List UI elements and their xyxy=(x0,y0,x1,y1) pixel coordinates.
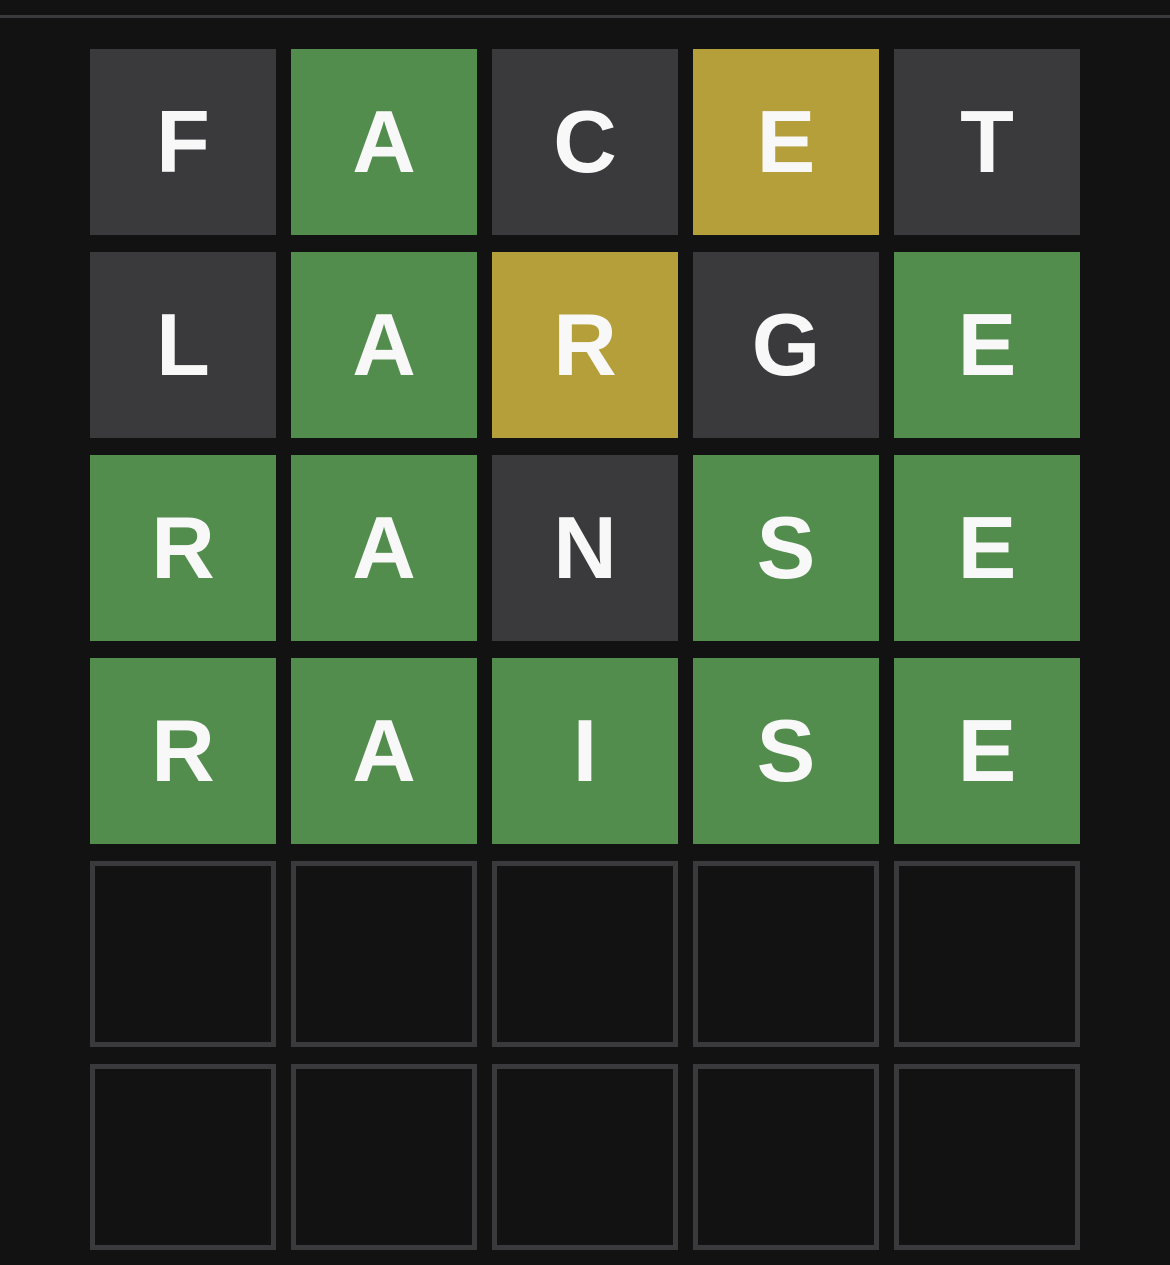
tile-r6-c5 xyxy=(894,1064,1080,1250)
tile-r4-c1: R xyxy=(90,658,276,844)
tile-r6-c1 xyxy=(90,1064,276,1250)
tile-r3-c2: A xyxy=(291,455,477,641)
tile-r1-c5: T xyxy=(894,49,1080,235)
tile-r2-c3: R xyxy=(492,252,678,438)
tile-r1-c4: E xyxy=(693,49,879,235)
tile-r5-c5 xyxy=(894,861,1080,1047)
tile-r2-c5: E xyxy=(894,252,1080,438)
tile-r4-c2: A xyxy=(291,658,477,844)
tile-r2-c4: G xyxy=(693,252,879,438)
tile-r5-c4 xyxy=(693,861,879,1047)
tile-r5-c2 xyxy=(291,861,477,1047)
tile-r1-c2: A xyxy=(291,49,477,235)
tile-r3-c3: N xyxy=(492,455,678,641)
tile-r6-c2 xyxy=(291,1064,477,1250)
tile-r5-c3 xyxy=(492,861,678,1047)
tile-r4-c3: I xyxy=(492,658,678,844)
tile-r1-c1: F xyxy=(90,49,276,235)
tile-r3-c5: E xyxy=(894,455,1080,641)
header-divider xyxy=(0,15,1170,18)
tile-r2-c2: A xyxy=(291,252,477,438)
tile-r2-c1: L xyxy=(90,252,276,438)
tile-r4-c4: S xyxy=(693,658,879,844)
tile-r1-c3: C xyxy=(492,49,678,235)
tile-r4-c5: E xyxy=(894,658,1080,844)
tile-r3-c1: R xyxy=(90,455,276,641)
tile-r6-c3 xyxy=(492,1064,678,1250)
tile-r3-c4: S xyxy=(693,455,879,641)
game-board: FACETLARGERANSERAISE xyxy=(90,49,1080,1250)
tile-r6-c4 xyxy=(693,1064,879,1250)
tile-r5-c1 xyxy=(90,861,276,1047)
